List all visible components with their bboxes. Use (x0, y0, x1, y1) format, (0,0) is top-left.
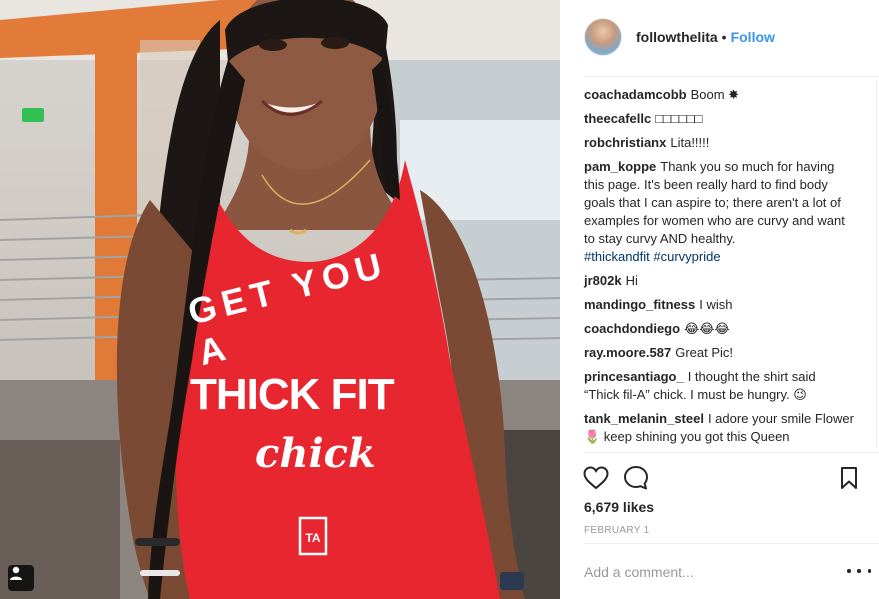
comment-bubble-icon[interactable] (622, 464, 650, 492)
more-dot (847, 569, 851, 573)
comment-username[interactable]: ray.moore.587 (584, 345, 671, 360)
footer-divider (584, 543, 879, 544)
comment-item: coachdondiego 😂😂😂 (584, 320, 854, 338)
comment-item: mandingo_fitness I wish (584, 296, 854, 314)
comment-item: coachadamcobb Boom ✸ (584, 86, 854, 104)
comment-username[interactable]: coachdondiego (584, 321, 680, 336)
post-sidebar: followthelita • Follow coachadamcobb Boom… (560, 0, 879, 599)
comment-username[interactable]: tank_melanin_steel (584, 411, 704, 426)
header-divider (584, 76, 879, 77)
comment-text: Lita!!!!! (670, 135, 710, 150)
comment-username[interactable]: jr802k (584, 273, 622, 288)
comment-item: jr802k Hi (584, 272, 854, 290)
comment-username[interactable]: theecafellc (584, 111, 651, 126)
more-options-icon[interactable] (847, 562, 871, 580)
comment-item: pam_koppe Thank you so much for having th… (584, 158, 854, 266)
post-header: followthelita • Follow (584, 16, 879, 58)
comments-scrollbar[interactable] (876, 80, 877, 450)
user-tag-icon[interactable] (8, 565, 34, 591)
comment-username[interactable]: pam_koppe (584, 159, 656, 174)
follow-button[interactable]: Follow (731, 29, 775, 45)
post-photo[interactable]: TA GET YOU A THICK FIT chick (0, 0, 560, 599)
post-date[interactable]: FEBRUARY 1 (584, 525, 649, 536)
svg-text:TA: TA (305, 531, 320, 545)
bookmark-icon[interactable] (835, 464, 863, 492)
comment-text: Great Pic! (675, 345, 733, 360)
heart-icon[interactable] (582, 464, 610, 492)
comment-text: 😂😂😂 (684, 321, 730, 336)
more-dot (867, 569, 871, 573)
action-bar (582, 464, 867, 492)
comment-username[interactable]: princesantiago_ (584, 369, 684, 384)
comment-item: ray.moore.587 Great Pic! (584, 344, 854, 362)
post-username[interactable]: followthelita (636, 29, 718, 45)
more-dot (857, 569, 861, 573)
comment-item: theecafellc □□□□□□ (584, 110, 854, 128)
header-separator: • (721, 29, 727, 45)
comment-username[interactable]: robchristianx (584, 135, 666, 150)
likes-count[interactable]: 6,679 likes (584, 499, 654, 515)
comment-item: tank_melanin_steel I adore your smile Flo… (584, 410, 854, 446)
comment-list: coachadamcobb Boom ✸ theecafellc □□□□□□ ro… (584, 86, 854, 452)
comment-item: princesantiago_ I thought the shirt said … (584, 368, 854, 404)
add-comment-input[interactable] (584, 560, 824, 584)
comment-hashtags[interactable]: #thickandfit #curvypride (584, 248, 854, 266)
comment-username[interactable]: mandingo_fitness (584, 297, 695, 312)
avatar[interactable] (584, 18, 622, 56)
comment-text: □□□□□□ (655, 111, 703, 126)
comment-item: robchristianx Lita!!!!! (584, 134, 854, 152)
comment-username[interactable]: coachadamcobb (584, 87, 687, 102)
comment-text: Boom ✸ (690, 87, 740, 102)
comment-text: Hi (625, 273, 638, 288)
photo-illustration: TA (0, 0, 560, 599)
comments-divider (584, 452, 879, 453)
comment-text: I wish (699, 297, 733, 312)
